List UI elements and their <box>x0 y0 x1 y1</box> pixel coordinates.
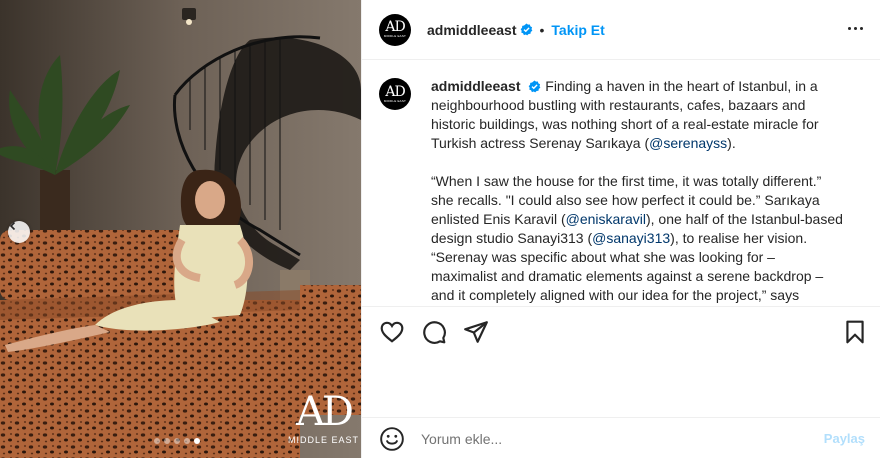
caption-line: “When I saw the house for the first time… <box>431 173 822 189</box>
carousel-dots <box>154 438 200 444</box>
post-actions <box>362 306 880 357</box>
carousel-dot <box>184 438 190 444</box>
caption-avatar[interactable]: AD MIDDLE EAST <box>379 78 411 110</box>
caption-line: ), to realise her vision. <box>670 230 808 246</box>
caption-username[interactable]: admiddleeast <box>431 78 520 94</box>
avatar[interactable]: AD MIDDLE EAST <box>379 13 411 46</box>
mention-link[interactable]: @sanayi313 <box>592 230 670 246</box>
header-username[interactable]: admiddleeast <box>427 22 516 38</box>
follow-button[interactable]: Takip Et <box>551 22 604 38</box>
share-button[interactable] <box>463 319 489 345</box>
post-view: AD MIDDLE EAST AD MIDDLE EAST admiddleea… <box>0 0 880 458</box>
ad-middle-east-logo: AD MIDDLE EAST <box>288 392 359 445</box>
carousel-dot <box>154 438 160 444</box>
avatar-sub: MIDDLE EAST <box>383 98 407 103</box>
chevron-left-icon <box>9 221 16 231</box>
caption-line: historic buildings, was nothing short of… <box>431 116 819 132</box>
heart-icon <box>380 321 404 343</box>
post-header: AD MIDDLE EAST admiddleeast • Takip Et <box>362 0 880 60</box>
previous-image-button[interactable] <box>8 221 30 243</box>
caption-text: admiddleeast Finding a haven in the hear… <box>431 77 867 305</box>
caption-line: Turkish actress Serenay Sarıkaya ( <box>431 135 650 151</box>
caption-line: maximalist and dramatic elements against… <box>431 268 824 284</box>
caption-line: “Serenay was specific about what she was… <box>431 249 775 265</box>
emoji-icon <box>380 426 404 451</box>
logo-main-text: AD <box>296 389 354 435</box>
comment-icon <box>423 321 446 344</box>
bookmark-icon <box>846 320 864 344</box>
carousel-dot <box>194 438 200 444</box>
verified-badge-icon <box>529 80 541 93</box>
carousel-dot <box>164 438 170 444</box>
comment-button[interactable] <box>421 319 447 345</box>
avatar-text: AD <box>385 19 405 35</box>
avatar-text: AD <box>385 83 405 100</box>
carousel-dot <box>174 438 180 444</box>
dot-separator: • <box>539 21 545 38</box>
caption-line: design studio Sanayi313 ( <box>431 230 593 246</box>
caption-area: AD MIDDLE EAST admiddleeast Finding a ha… <box>362 60 880 305</box>
caption-line: enlisted Enis Karavil ( <box>431 211 566 227</box>
caption-line: neighbourhood bustling with restaurants,… <box>431 97 806 113</box>
save-button[interactable] <box>842 319 868 345</box>
post-side-panel: AD MIDDLE EAST admiddleeast • Takip Et A… <box>361 0 880 458</box>
post-comment-button[interactable]: Paylaş <box>824 431 865 446</box>
comment-bar: Paylaş <box>362 417 880 459</box>
comment-input[interactable] <box>419 429 803 448</box>
avatar-sub: MIDDLE EAST <box>383 34 407 38</box>
mention-link[interactable]: @serenayss <box>649 135 727 151</box>
emoji-button[interactable] <box>379 426 405 452</box>
more-options-icon[interactable] <box>848 27 863 30</box>
caption-line: Finding a haven in the heart of Istanbul… <box>545 78 818 94</box>
share-icon <box>464 321 488 343</box>
like-button[interactable] <box>379 319 405 345</box>
caption-line: ). <box>727 135 736 151</box>
caption-line: and it completely aligned with our idea … <box>431 287 800 303</box>
caption-line: ), one half of the Istanbul-based <box>645 211 843 227</box>
verified-badge-icon <box>521 23 533 36</box>
post-photo[interactable]: AD MIDDLE EAST <box>0 0 361 458</box>
logo-sub-text: MIDDLE EAST <box>288 435 360 445</box>
mention-link[interactable]: @eniskaravil <box>566 211 646 227</box>
caption-line: she recalls. "I could also see how perfe… <box>431 192 820 208</box>
